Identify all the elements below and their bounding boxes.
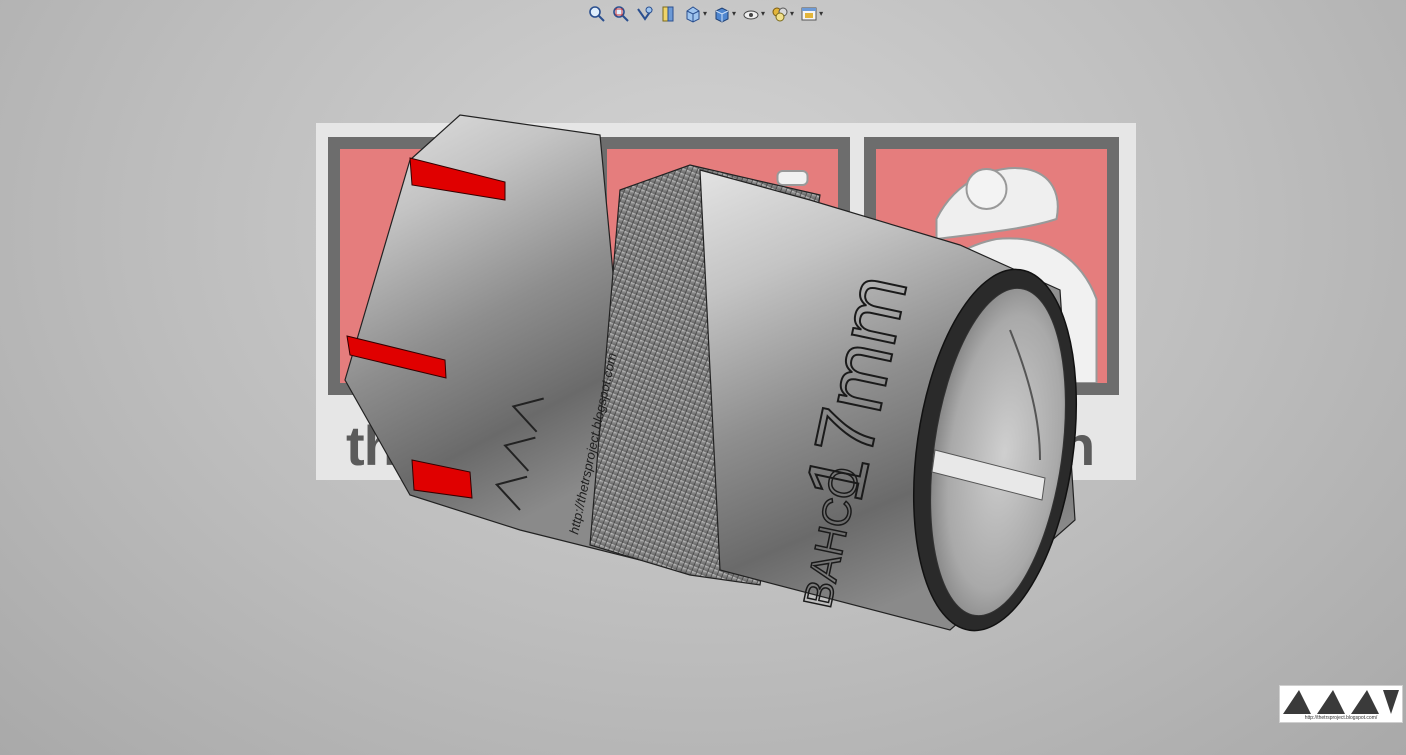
chevron-down-icon: ▾ [790,9,795,18]
previous-view-icon [637,6,653,21]
edit-appearance-button[interactable]: ▾ [769,4,796,24]
corner-watermark-logo: http://thetrsproject.blogspot.com/ [1279,685,1403,723]
chevron-down-icon: ▾ [732,9,737,18]
display-style-icon [715,7,729,23]
trs-logo-icon [1283,690,1399,714]
appearance-icon [772,7,788,22]
view-orientation-icon [686,6,700,23]
heads-up-view-toolbar: ▾ ▾ ▾ ▾ ▾ [586,3,825,25]
view-settings-button[interactable]: ▾ [798,4,825,24]
section-view-icon [662,6,674,22]
view-orientation-button[interactable]: ▾ [682,4,709,24]
zoom-to-area-button[interactable] [610,4,632,24]
chevron-down-icon: ▾ [761,9,766,18]
zoom-fit-icon [589,6,605,22]
previous-view-button[interactable] [634,4,656,24]
socket-3d-model[interactable]: http://thetrsproject.blogspot.com 17mm B… [0,0,1406,755]
corner-watermark-url: http://thetrsproject.blogspot.com/ [1304,715,1378,721]
zoom-area-icon [613,6,629,22]
section-view-button[interactable] [658,4,680,24]
view-settings-icon [801,7,817,21]
graphics-area[interactable]: the n [0,0,1406,755]
zoom-to-fit-button[interactable] [586,4,608,24]
display-style-button[interactable]: ▾ [711,4,738,24]
chevron-down-icon: ▾ [819,9,824,18]
hide-show-icon [743,10,759,20]
chevron-down-icon: ▾ [703,9,708,18]
hide-show-items-button[interactable]: ▾ [740,4,767,24]
